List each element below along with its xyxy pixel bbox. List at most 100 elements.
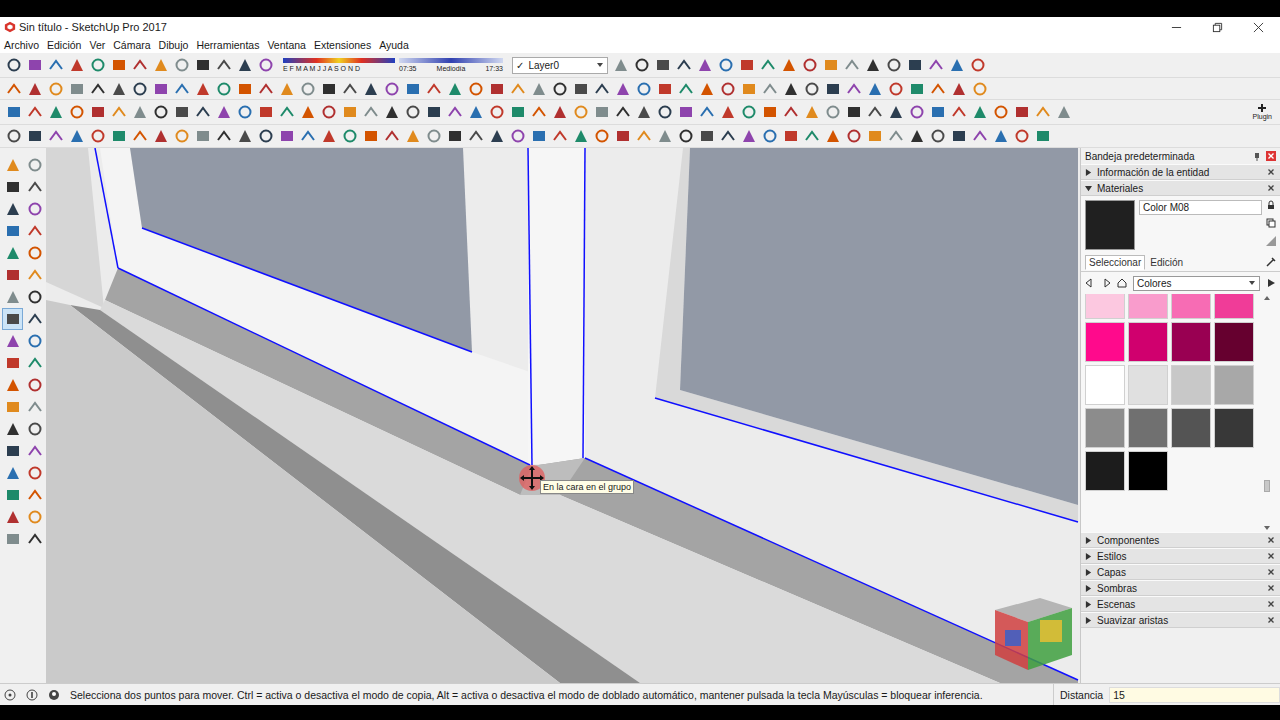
tool-icon[interactable]	[5, 421, 21, 437]
toolbar-tool-icon[interactable]	[531, 104, 547, 120]
toolbar-tool-icon[interactable]	[762, 128, 778, 144]
color-swatch[interactable]	[1171, 294, 1211, 319]
close-panel-icon[interactable]	[1266, 567, 1276, 577]
close-panel-icon[interactable]	[1266, 535, 1276, 545]
toolbar-tool-icon[interactable]	[615, 104, 631, 120]
toolbar-tool-icon[interactable]	[634, 57, 650, 73]
toolbar-tool-icon[interactable]	[216, 104, 232, 120]
tool-button[interactable]	[2, 506, 23, 528]
menu-item[interactable]: Ayuda	[379, 39, 409, 51]
tool-button[interactable]	[24, 308, 45, 330]
toolbar-tool-icon[interactable]	[69, 104, 85, 120]
toolbar-tool-icon[interactable]	[909, 81, 925, 97]
toolbar-tool-icon[interactable]	[489, 104, 505, 120]
toolbar-tool-icon[interactable]	[174, 128, 190, 144]
scroll-up-icon[interactable]	[1263, 294, 1271, 302]
toolbar-tool-icon[interactable]	[657, 81, 673, 97]
tool-button[interactable]	[2, 396, 23, 418]
tool-button[interactable]	[2, 308, 23, 330]
toolbar-tool-icon[interactable]	[468, 128, 484, 144]
color-swatch[interactable]	[1085, 408, 1125, 448]
toolbar-tool-icon[interactable]	[69, 57, 85, 73]
toolbar-tool-icon[interactable]	[1014, 128, 1030, 144]
close-panel-icon[interactable]	[1266, 167, 1276, 177]
toolbar-tool-icon[interactable]	[739, 57, 755, 73]
toolbar-tool-icon[interactable]	[783, 104, 799, 120]
toolbar-tool-icon[interactable]	[258, 81, 274, 97]
toolbar-tool-icon[interactable]	[804, 104, 820, 120]
color-swatch[interactable]	[1171, 365, 1211, 405]
toolbar-tool-icon[interactable]	[699, 128, 715, 144]
tool-icon[interactable]	[5, 531, 21, 547]
toolbar-tool-icon[interactable]	[300, 81, 316, 97]
toolbar-tool-icon[interactable]	[90, 57, 106, 73]
close-icon[interactable]	[1253, 22, 1264, 33]
toolbar-tool-icon[interactable]	[300, 104, 316, 120]
toolbar-tool-icon[interactable]	[907, 57, 923, 73]
toolbar-tool-icon[interactable]	[720, 104, 736, 120]
toolbar-tool-icon[interactable]	[783, 81, 799, 97]
toolbar-tool-icon[interactable]	[1056, 104, 1072, 120]
toolbar-tool-icon[interactable]	[174, 57, 190, 73]
tray-panel-header[interactable]: Escenas	[1081, 596, 1280, 612]
toolbar-tool-icon[interactable]	[844, 57, 860, 73]
toolbar-tool-icon[interactable]	[552, 81, 568, 97]
tool-icon[interactable]	[27, 443, 43, 459]
tool-icon[interactable]	[5, 267, 21, 283]
tray-panel-header[interactable]: Sombras	[1081, 580, 1280, 596]
menu-item[interactable]: Dibujo	[159, 39, 189, 51]
toolbar-tool-icon[interactable]	[48, 104, 64, 120]
tool-icon[interactable]	[27, 311, 43, 327]
toolbar-tool-icon[interactable]	[279, 104, 295, 120]
toolbar-tool-icon[interactable]	[468, 104, 484, 120]
tool-button[interactable]	[24, 484, 45, 506]
toolbar-tool-icon[interactable]	[909, 104, 925, 120]
toolbar-tool-icon[interactable]	[489, 128, 505, 144]
toolbar-tool-icon[interactable]	[342, 81, 358, 97]
close-panel-icon[interactable]	[1266, 583, 1276, 593]
tool-button[interactable]	[24, 374, 45, 396]
toolbar-tool-icon[interactable]	[676, 57, 692, 73]
toolbar-tool-icon[interactable]	[531, 81, 547, 97]
tool-icon[interactable]	[5, 399, 21, 415]
pin-icon[interactable]	[1252, 151, 1262, 161]
toolbar-tool-icon[interactable]	[678, 128, 694, 144]
tool-icon[interactable]	[27, 377, 43, 393]
toolbar-tool-icon[interactable]	[993, 104, 1009, 120]
color-swatch[interactable]	[1171, 408, 1211, 448]
toolbar-tool-icon[interactable]	[636, 128, 652, 144]
color-swatch[interactable]	[1128, 322, 1168, 362]
toolbar-tool-icon[interactable]	[426, 81, 442, 97]
toolbar-tool-icon[interactable]	[258, 104, 274, 120]
toolbar-tool-icon[interactable]	[783, 128, 799, 144]
toolbar-tool-icon[interactable]	[447, 81, 463, 97]
scroll-thumb[interactable]	[1264, 480, 1270, 492]
toolbar-tool-icon[interactable]	[111, 57, 127, 73]
tool-button[interactable]	[2, 374, 23, 396]
toolbar-tool-icon[interactable]	[718, 57, 734, 73]
toolbar-tool-icon[interactable]	[216, 81, 232, 97]
menu-item[interactable]: Extensiones	[314, 39, 371, 51]
tool-button[interactable]	[24, 198, 45, 220]
close-tray-icon[interactable]	[1266, 151, 1276, 161]
scroll-down-icon[interactable]	[1263, 524, 1271, 532]
tool-button[interactable]	[24, 506, 45, 528]
toolbar-tool-icon[interactable]	[930, 81, 946, 97]
close-panel-icon[interactable]	[1266, 183, 1276, 193]
tool-icon[interactable]	[27, 355, 43, 371]
toolbar-tool-icon[interactable]	[27, 81, 43, 97]
shadow-settings[interactable]: E F M A M J J A S O N D 07:35 Mediodía 1…	[283, 58, 503, 73]
toolbar-tool-icon[interactable]	[510, 81, 526, 97]
tool-button[interactable]	[2, 440, 23, 462]
toolbar-tool-icon[interactable]	[447, 128, 463, 144]
tool-button[interactable]	[2, 286, 23, 308]
tray-panel-header[interactable]: Suavizar aristas	[1081, 612, 1280, 628]
tool-icon[interactable]	[27, 509, 43, 525]
tool-icon[interactable]	[5, 487, 21, 503]
close-panel-icon[interactable]	[1266, 599, 1276, 609]
swatch-scrollbar[interactable]	[1261, 294, 1273, 532]
toolbar-tool-icon[interactable]	[972, 81, 988, 97]
library-dropdown[interactable]: Colores	[1133, 276, 1260, 291]
toolbar-tool-icon[interactable]	[90, 81, 106, 97]
tool-icon[interactable]	[5, 333, 21, 349]
